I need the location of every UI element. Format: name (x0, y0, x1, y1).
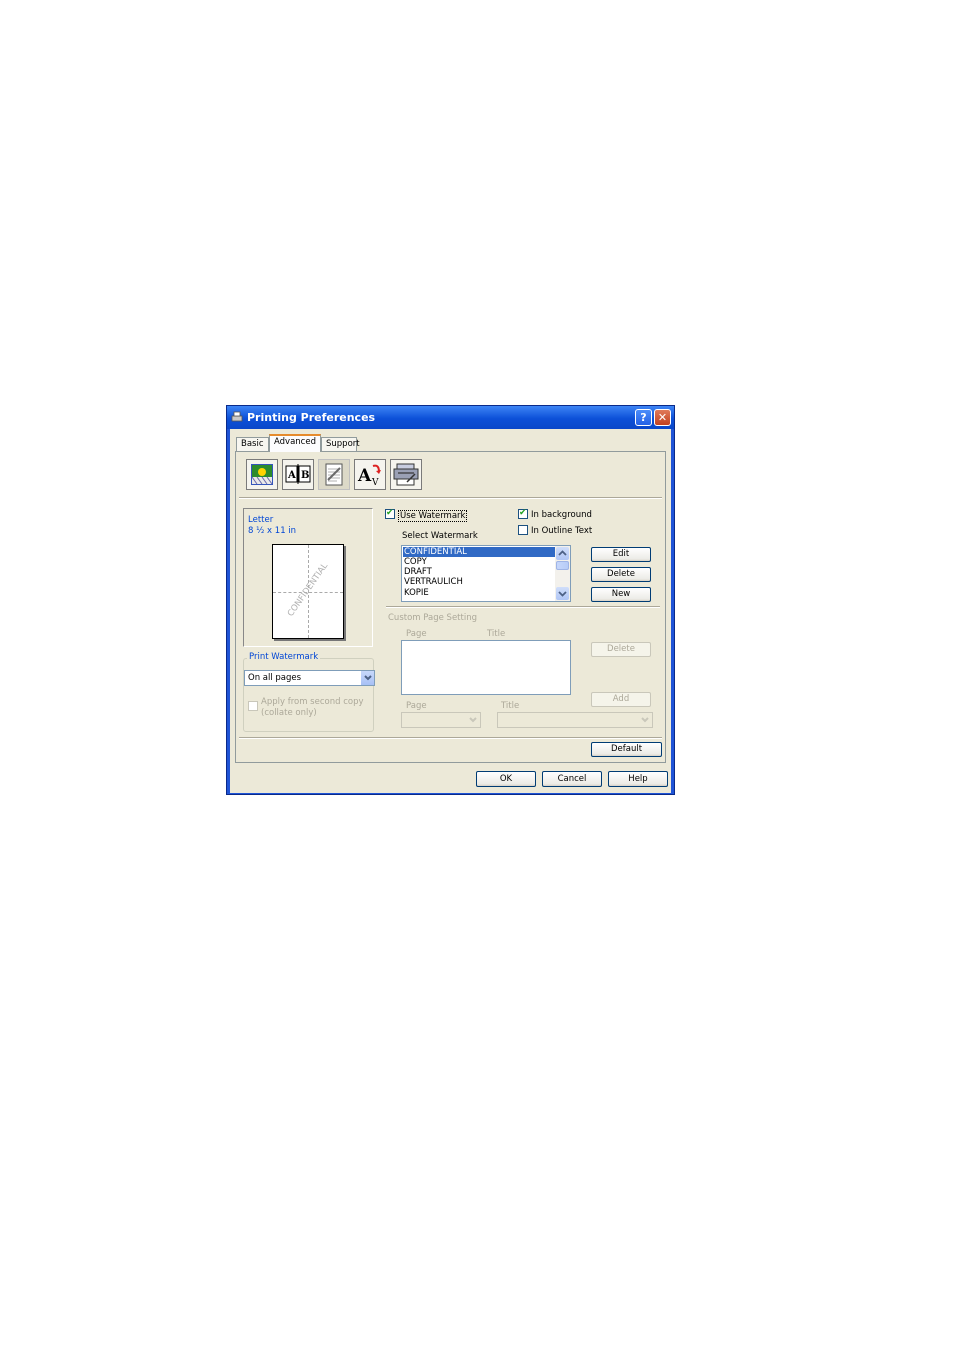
page-setting-button[interactable]: A V (354, 459, 386, 490)
list-item[interactable]: KOPIE (404, 588, 429, 600)
list-item[interactable]: COPY (404, 557, 427, 567)
apply-second-copy-checkbox[interactable] (248, 701, 258, 711)
list-item[interactable]: VERTRAULICH (404, 577, 463, 587)
use-watermark-label: Use Watermark (398, 510, 468, 522)
print-watermark-select[interactable]: On all pages (244, 670, 375, 686)
apply-second-copy-label: Apply from second copy (261, 697, 364, 707)
page-field-label: Page (406, 701, 427, 711)
printing-preferences-dialog: Printing Preferences ? ✕ Basic Advanced … (226, 405, 675, 795)
scroll-down-icon[interactable] (556, 587, 569, 600)
custom-page-separator (386, 606, 660, 608)
paper-name: Letter (248, 515, 274, 525)
list-item[interactable]: DRAFT (404, 567, 432, 577)
page-select[interactable] (401, 712, 481, 728)
in-background-checkbox[interactable] (518, 508, 528, 519)
select-watermark-label: Select Watermark (402, 531, 478, 541)
custom-page-setting-label: Custom Page Setting (388, 613, 477, 623)
ok-button[interactable]: OK (476, 771, 536, 787)
scroll-up-icon[interactable] (556, 547, 569, 560)
title-field-label: Title (501, 701, 520, 711)
collate-only-label: (collate only) (261, 708, 317, 718)
paper-size: 8 ½ x 11 in (248, 526, 297, 536)
device-options-button[interactable] (390, 459, 422, 490)
duplex-button[interactable]: A B (282, 459, 314, 490)
print-watermark-label: Print Watermark (247, 652, 321, 662)
preview-area: Letter 8 ½ x 11 in CONFIDENTIAL (243, 508, 373, 647)
duplex-icon: A B (285, 464, 311, 484)
scroll-thumb[interactable] (556, 561, 569, 570)
watermark-list-scrollbar[interactable] (555, 546, 570, 601)
close-icon[interactable]: ✕ (654, 409, 671, 426)
window-title: Printing Preferences (247, 411, 376, 424)
delete-watermark-button[interactable]: Delete (591, 567, 651, 582)
new-watermark-button[interactable]: New (591, 587, 651, 602)
title-bar[interactable]: Printing Preferences ? ✕ (227, 406, 674, 429)
bottom-separator (239, 737, 662, 739)
help-button[interactable]: Help (608, 771, 668, 787)
page-preview: CONFIDENTIAL (272, 544, 344, 639)
custom-page-col-page: Page (406, 629, 427, 639)
chevron-down-icon[interactable] (466, 713, 480, 727)
svg-text:V: V (371, 478, 379, 488)
edit-button[interactable]: Edit (591, 547, 651, 562)
print-watermark-selected: On all pages (248, 673, 302, 683)
dialog-body: Basic Advanced Support A B A V Letter 8 … (230, 429, 671, 793)
in-outline-text-checkbox[interactable] (518, 525, 528, 535)
page-setting-icon: A V (357, 464, 381, 488)
use-watermark-checkbox[interactable] (385, 508, 395, 519)
list-item-selected[interactable]: CONFIDENTIAL (403, 547, 555, 557)
print-quality-icon (251, 464, 273, 485)
svg-text:A: A (287, 470, 296, 481)
tab-basic[interactable]: Basic (236, 437, 269, 451)
title-select[interactable] (497, 712, 653, 728)
custom-page-col-title: Title (487, 629, 506, 639)
device-options-icon (393, 463, 419, 486)
toolbar-separator (239, 497, 662, 499)
chevron-down-icon[interactable] (638, 713, 652, 727)
advanced-tab-panel: A B A V Letter 8 ½ x 11 in CONFIDENTIAL … (235, 451, 666, 763)
svg-text:A: A (357, 466, 372, 486)
watermark-list[interactable]: CONFIDENTIAL COPY DRAFT VERTRAULICH KOPI… (401, 545, 571, 602)
custom-page-list[interactable] (401, 640, 571, 695)
watermark-icon (325, 463, 343, 486)
cancel-button[interactable]: Cancel (542, 771, 602, 787)
in-background-label: In background (531, 510, 592, 520)
add-custom-page-button[interactable]: Add (591, 692, 651, 707)
printer-icon (231, 411, 243, 422)
in-outline-text-label: In Outline Text (531, 526, 593, 536)
delete-custom-page-button[interactable]: Delete (591, 642, 651, 657)
svg-text:B: B (301, 470, 309, 481)
print-quality-button[interactable] (246, 459, 278, 490)
help-icon[interactable]: ? (635, 409, 652, 426)
chevron-down-icon[interactable] (360, 671, 374, 685)
default-button[interactable]: Default (591, 742, 662, 757)
tab-support[interactable]: Support (321, 437, 360, 451)
watermark-button[interactable] (318, 459, 350, 490)
tab-advanced[interactable]: Advanced (269, 434, 321, 452)
